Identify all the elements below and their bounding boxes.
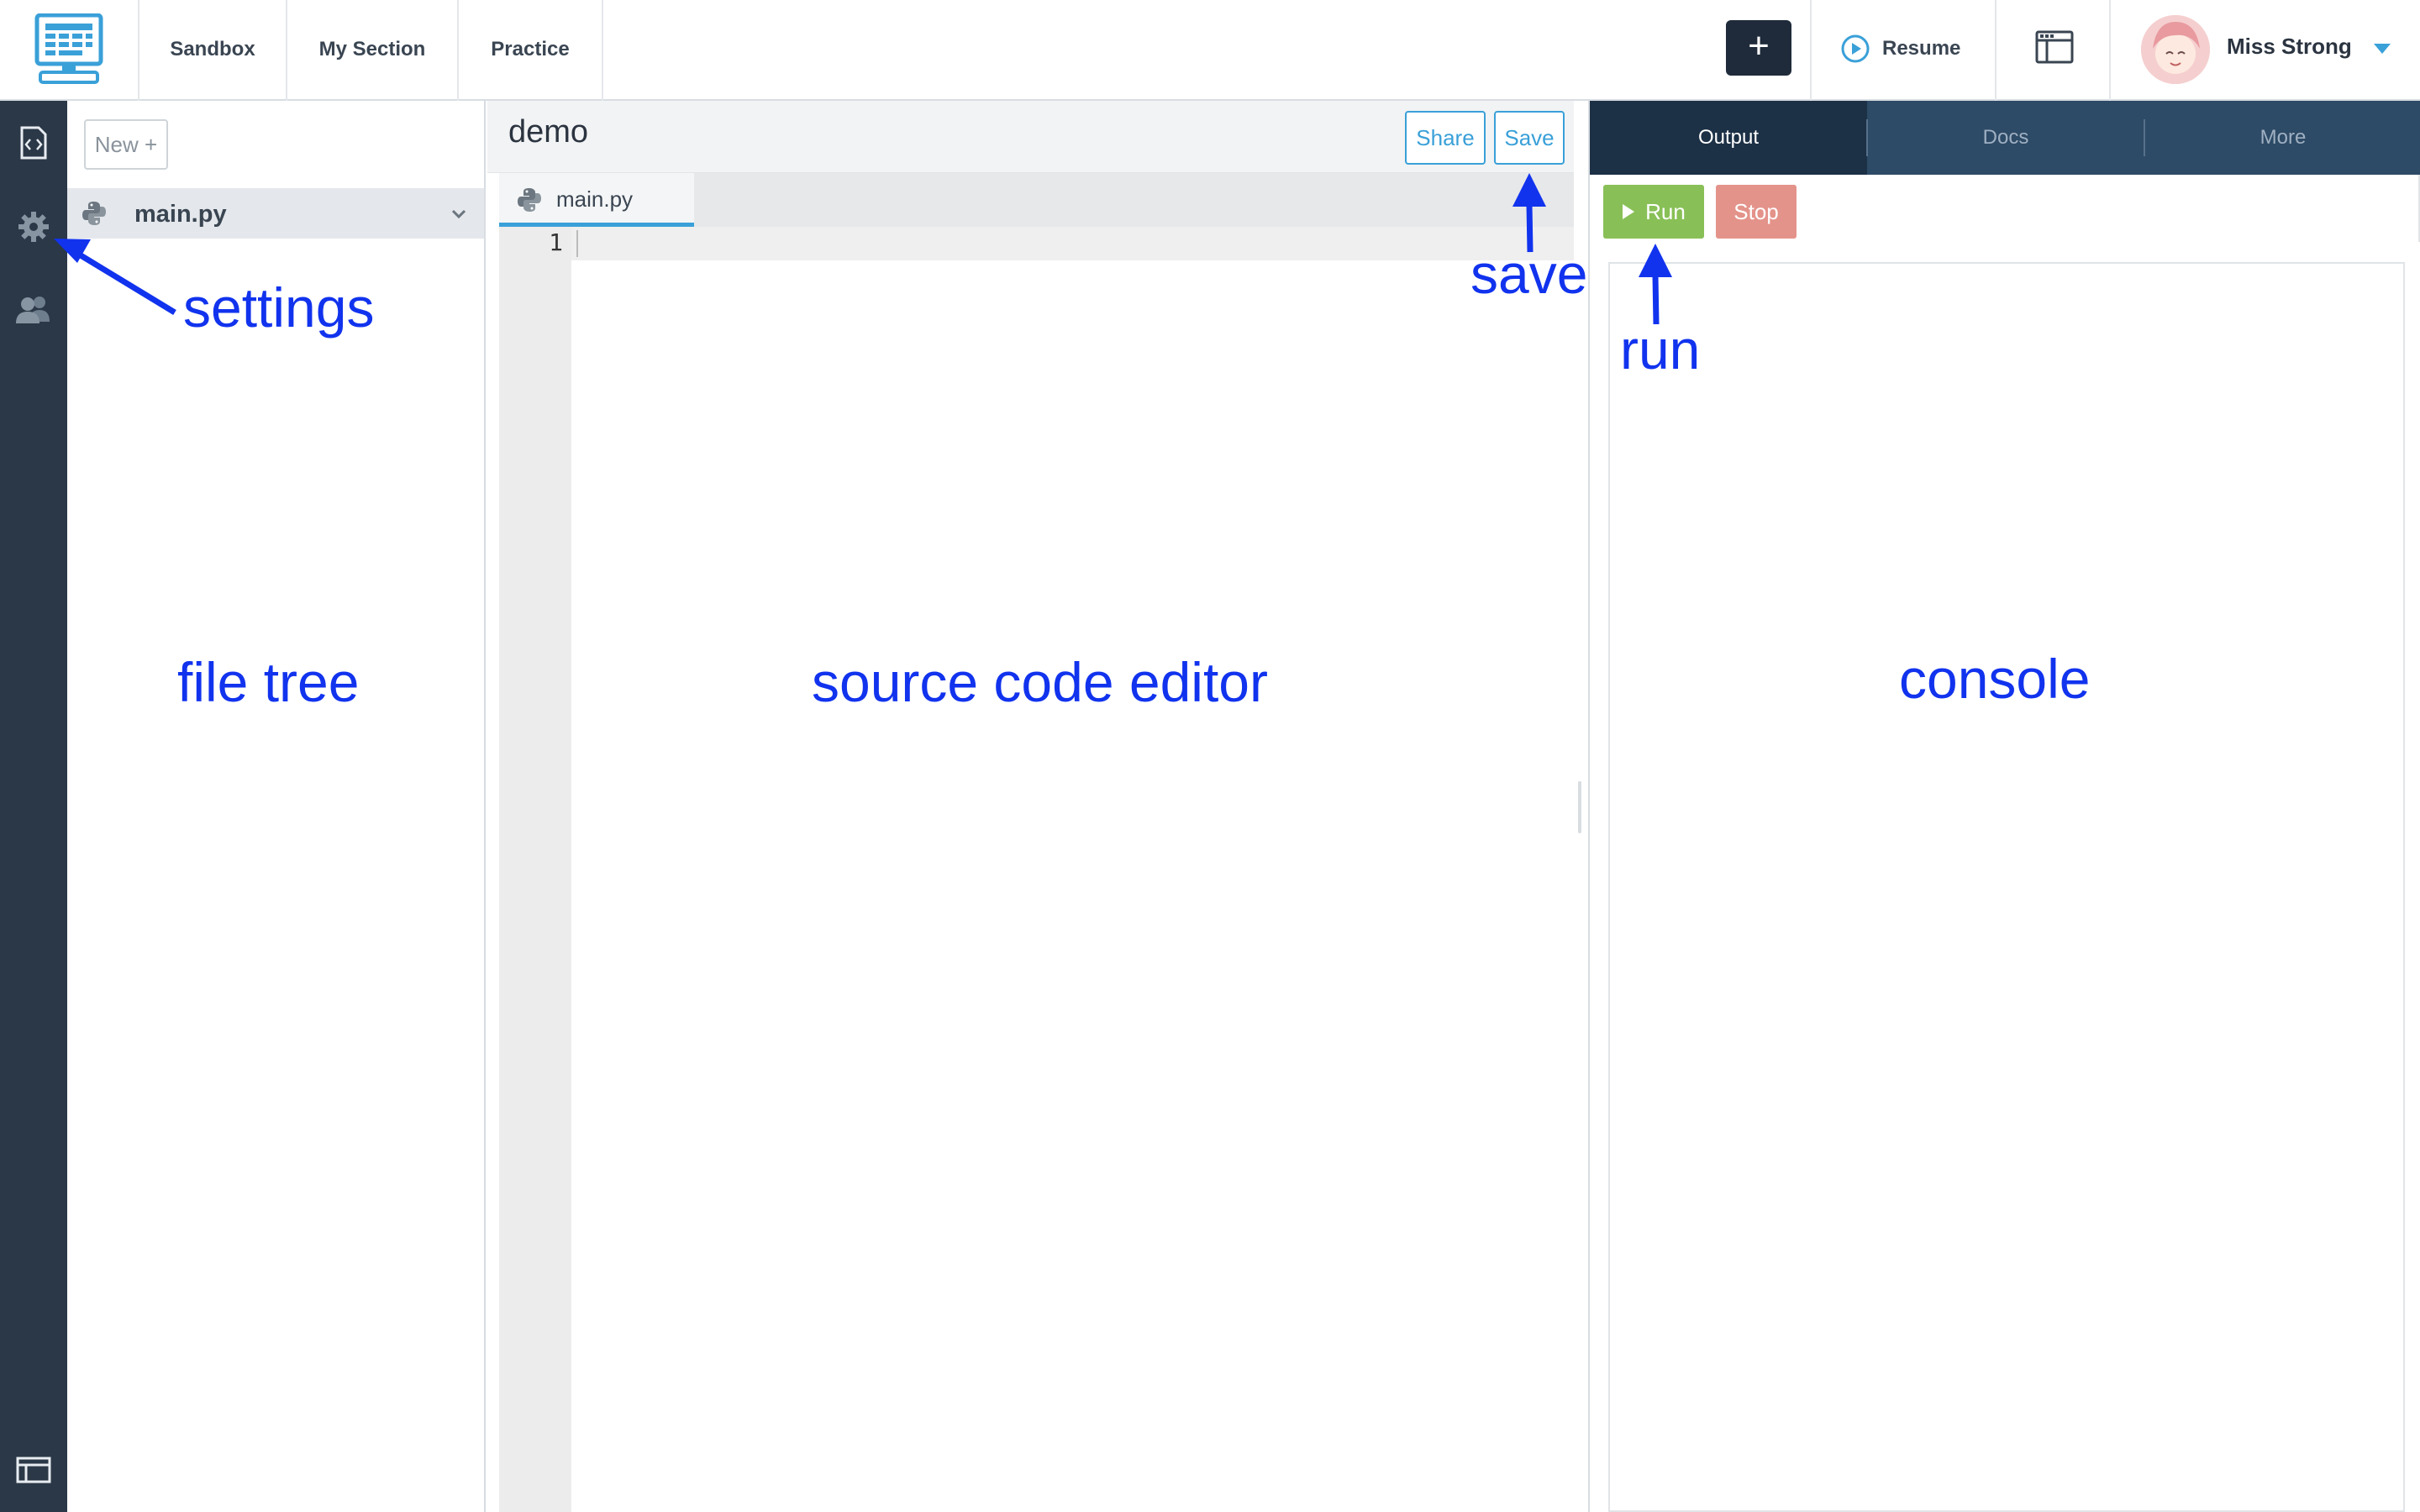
console[interactable] [1608,262,2405,1512]
settings-annotation: settings [183,276,375,339]
nav-divider [602,0,603,101]
user-name[interactable]: Miss Strong [2227,34,2352,60]
line-number: 1 [549,228,563,256]
run-button[interactable]: Run [1603,185,1704,239]
chevron-down-icon[interactable] [450,205,467,222]
rail-item-users[interactable] [0,276,67,343]
rail-item-layout[interactable] [0,1436,67,1504]
nav-divider [1995,0,1996,101]
python-icon [518,188,541,212]
gear-icon [18,212,49,242]
run-label: Run [1645,198,1686,224]
avatar[interactable] [2141,15,2210,84]
editor-resize-handle[interactable] [1578,781,1581,833]
tab-output[interactable]: Output [1590,101,1867,175]
rail-item-settings[interactable] [0,193,67,260]
save-button[interactable]: Save [1494,111,1565,165]
project-name[interactable]: demo [508,114,588,150]
left-rail [0,101,67,1512]
new-file-button[interactable]: New + [84,119,168,170]
line-number-gutter [499,227,571,1512]
file-tree-item[interactable]: main.py [67,188,484,239]
console-annotation: console [1899,648,2091,710]
rail-item-code[interactable] [0,109,67,176]
run-annotation: run [1620,318,1701,381]
share-button[interactable]: Share [1405,111,1486,165]
computer-logo-icon[interactable] [34,13,104,86]
file-name: main.py [134,201,227,228]
browser-window-icon[interactable] [2035,30,2074,64]
editor-header: demo Share Save [487,101,1574,173]
output-panel: Output Docs More Run Stop [1588,101,2420,1512]
tab-main-py[interactable]: main.py [499,173,694,227]
add-button[interactable]: + [1726,20,1791,76]
editor-tab-bar: main.py [499,173,1574,227]
tab-more[interactable]: More [2144,101,2420,175]
resume-button[interactable]: Resume [1840,32,1960,66]
output-tabs: Output Docs More [1590,101,2420,175]
tab-label: main.py [556,186,634,212]
user-avatar-icon [2141,15,2210,84]
layout-icon [16,1457,51,1483]
tab-docs[interactable]: Docs [1867,101,2144,175]
python-icon [82,202,106,225]
file-tree-annotation: file tree [177,651,360,713]
nav-divider [1810,0,1812,101]
nav-link-sandbox[interactable]: Sandbox [139,0,286,101]
source-code-editor: demo Share Save main.py 1 [487,101,1574,1512]
text-cursor [576,230,578,257]
chevron-down-icon[interactable] [2374,44,2391,54]
stop-button[interactable]: Stop [1716,185,1797,239]
resume-label: Resume [1882,37,1961,60]
nav-divider [2109,0,2111,101]
active-line-highlight[interactable] [571,227,1574,260]
save-annotation: save [1470,243,1588,305]
users-icon [16,297,50,323]
nav-link-my-section[interactable]: My Section [287,0,457,101]
play-circle-icon [1841,34,1870,63]
nav-link-practice[interactable]: Practice [459,0,602,101]
code-file-icon [20,126,47,160]
source-code-editor-annotation: source code editor [812,651,1268,713]
play-icon [1623,204,1635,219]
top-navbar: Sandbox My Section Practice + Resume Mis… [0,0,2420,101]
